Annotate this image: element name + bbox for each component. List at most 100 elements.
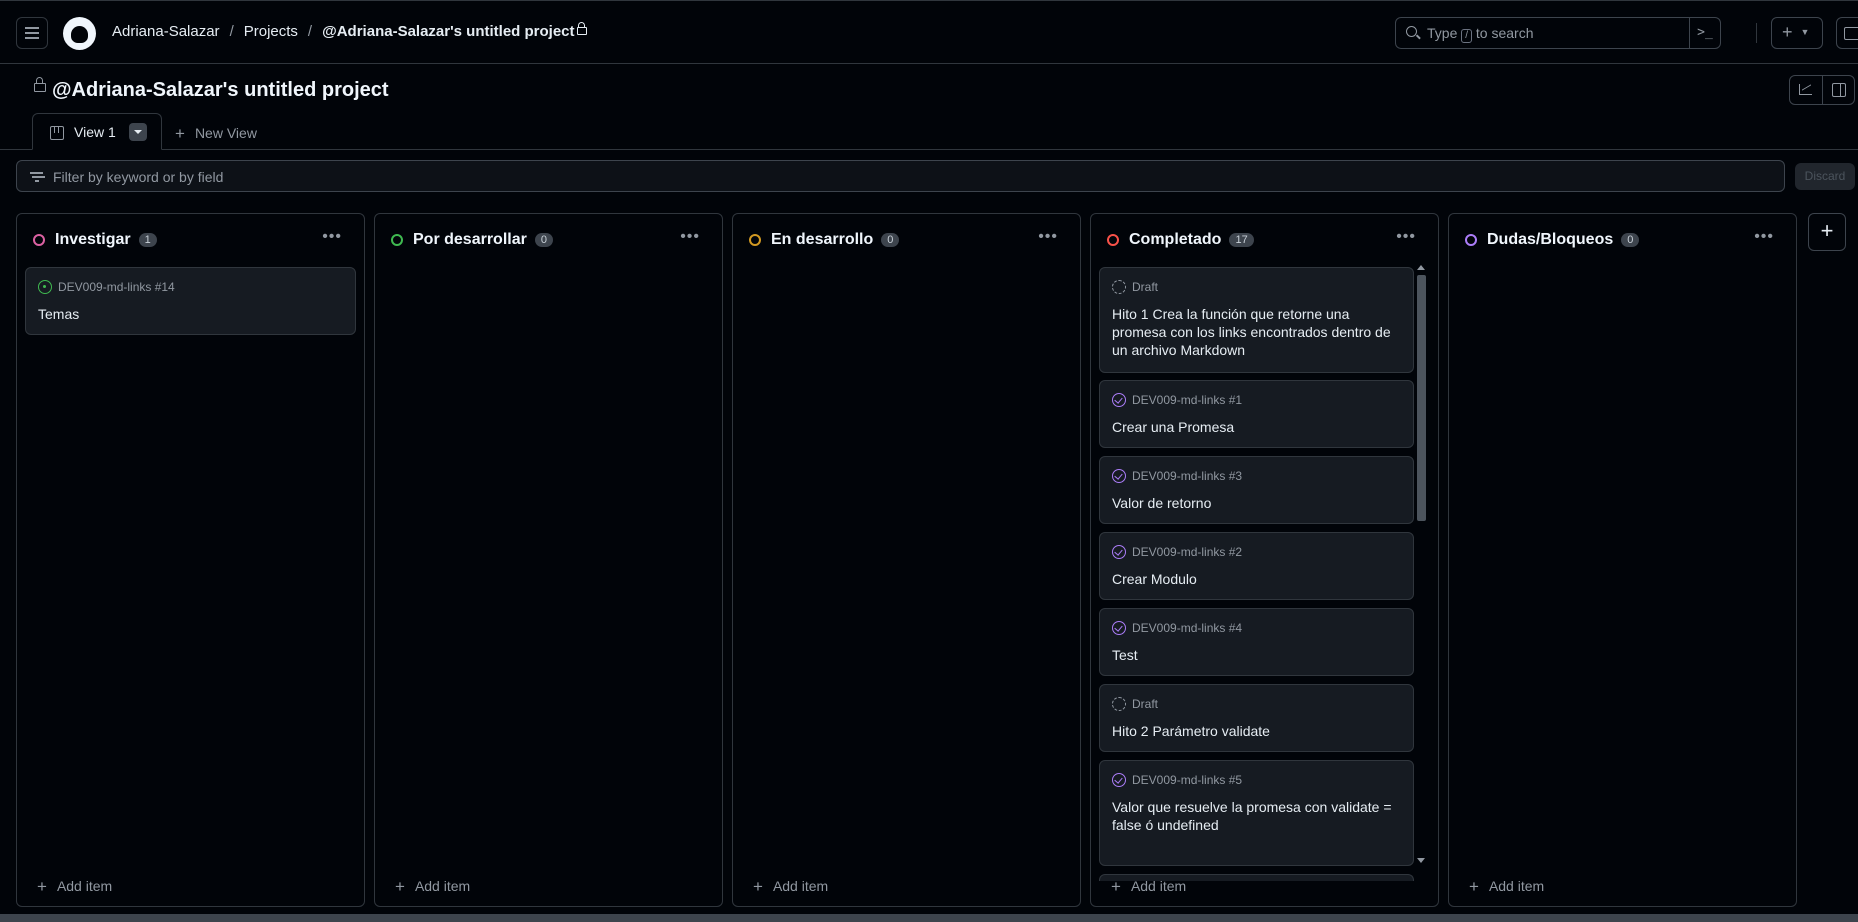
search-placeholder: Type / to search: [1427, 25, 1534, 43]
card-title[interactable]: Test: [1112, 646, 1399, 664]
view-options-dropdown[interactable]: [129, 123, 147, 141]
add-item-label: Add item: [772, 878, 829, 894]
card-repo: DEV009-md-links #3: [1132, 469, 1243, 483]
plus-icon: +: [753, 877, 763, 896]
board-column: Investigar 1 ••• DEV009-md-links #14 Temas + A…: [16, 213, 365, 907]
card-title[interactable]: Crear una Promesa: [1112, 418, 1399, 436]
search-icon: [1406, 26, 1417, 37]
board-card[interactable]: DEV009-md-links #2 Crear Modulo: [1099, 532, 1414, 600]
card-meta: DEV009-md-links #3: [1112, 469, 1242, 483]
chevron-down-icon: ▼: [1800, 27, 1810, 37]
column-count-badge: 0: [1621, 233, 1640, 247]
issue-closed-icon: [1112, 469, 1126, 483]
scroll-down-icon[interactable]: [1417, 858, 1425, 863]
board-card[interactable]: Draft Hito 1 Crea la función que retorne …: [1099, 267, 1414, 373]
breadcrumb-project[interactable]: @Adriana-Salazar's untitled project: [322, 22, 587, 40]
project-toolbar: [1789, 75, 1855, 105]
card-meta: DEV009-md-links #14: [38, 280, 175, 294]
status-circle-icon: [1465, 234, 1477, 246]
plus-icon: +: [1469, 877, 1479, 896]
column-header: Por desarrollar 0: [391, 230, 553, 250]
issue-open-icon: [38, 280, 52, 294]
card-meta: DEV009-md-links #5: [1112, 773, 1242, 787]
status-circle-icon: [749, 234, 761, 246]
column-menu-icon[interactable]: •••: [680, 228, 700, 246]
board-card[interactable]: DEV009-md-links #5 Valor que resuelve la …: [1099, 760, 1414, 866]
column-scrollbar[interactable]: [1415, 263, 1427, 865]
breadcrumb-owner[interactable]: Adriana-Salazar: [112, 23, 220, 40]
view-tabs: View 1 + New View: [0, 113, 1858, 150]
create-new-button[interactable]: + ▼: [1771, 17, 1823, 49]
card-repo: DEV009-md-links #14: [58, 280, 175, 294]
scroll-up-icon[interactable]: [1417, 265, 1425, 270]
status-circle-icon: [33, 234, 45, 246]
inbox-icon[interactable]: [1836, 17, 1858, 49]
card-title[interactable]: Valor que resuelve la promesa con valida…: [1112, 798, 1399, 834]
insights-icon[interactable]: [1790, 76, 1822, 104]
card-meta: Draft: [1112, 280, 1158, 294]
discard-button[interactable]: Discard: [1795, 163, 1855, 190]
add-item-button[interactable]: + Add item: [395, 876, 470, 896]
lock-icon: [34, 77, 46, 92]
scroll-thumb[interactable]: [1417, 275, 1426, 521]
column-menu-icon[interactable]: •••: [1038, 228, 1058, 246]
column-title: Completado: [1129, 231, 1222, 248]
search-input[interactable]: Type / to search >_: [1395, 17, 1721, 49]
breadcrumb-projects[interactable]: Projects: [244, 23, 298, 40]
add-item-button[interactable]: + Add item: [1111, 876, 1186, 896]
card-title[interactable]: Temas: [38, 305, 341, 323]
sidebar-panel-icon[interactable]: [1821, 76, 1855, 104]
board-column: Completado 17 ••• Draft Hito 1 Crea la funci…: [1090, 213, 1439, 907]
plus-icon: +: [175, 124, 185, 143]
menu-button[interactable]: [16, 17, 48, 49]
column-count-badge: 0: [881, 233, 900, 247]
card-title[interactable]: Hito 2 Parámetro validate: [1112, 722, 1399, 740]
column-header: Dudas/Bloqueos 0: [1465, 230, 1640, 250]
tab-view-1[interactable]: View 1: [32, 113, 162, 150]
board-card[interactable]: Draft Hito 2 Parámetro validate: [1099, 684, 1414, 752]
add-column-button[interactable]: +: [1808, 213, 1846, 251]
board-icon: [50, 126, 64, 140]
column-title: En desarrollo: [771, 231, 874, 248]
status-circle-icon: [391, 234, 403, 246]
card-meta: DEV009-md-links #4: [1112, 621, 1242, 635]
command-palette-icon[interactable]: >_: [1689, 18, 1720, 48]
board-card[interactable]: DEV009-md-links #1 Crear una Promesa: [1099, 380, 1414, 448]
column-count-badge: 17: [1229, 233, 1254, 247]
status-circle-icon: [1107, 234, 1119, 246]
tab-label: View 1: [74, 124, 116, 140]
new-view-button[interactable]: + New View: [175, 123, 257, 143]
board-card[interactable]: DEV009-md-links #4 Test: [1099, 608, 1414, 676]
board-card[interactable]: DEV009-md-links #14 Temas: [25, 267, 356, 335]
card-title[interactable]: Crear Modulo: [1112, 570, 1399, 588]
add-item-button[interactable]: + Add item: [1469, 876, 1544, 896]
draft-icon: [1112, 280, 1126, 294]
column-menu-icon[interactable]: •••: [1396, 228, 1416, 246]
add-item-button[interactable]: + Add item: [37, 876, 112, 896]
breadcrumb-project-label: @Adriana-Salazar's untitled project: [322, 23, 575, 40]
board-column: En desarrollo 0 ••• + Add item: [732, 213, 1081, 907]
global-header: Adriana-Salazar / Projects / @Adriana-Sa…: [0, 0, 1858, 64]
add-item-button[interactable]: + Add item: [753, 876, 828, 896]
card-title[interactable]: Hito 1 Crea la función que retorne una p…: [1112, 305, 1399, 359]
add-item-label: Add item: [414, 878, 471, 894]
column-menu-icon[interactable]: •••: [322, 228, 342, 246]
card-repo: DEV009-md-links #1: [1132, 393, 1243, 407]
breadcrumb-separator: /: [307, 23, 313, 40]
breadcrumb: Adriana-Salazar / Projects / @Adriana-Sa…: [112, 22, 587, 40]
column-menu-icon[interactable]: •••: [1754, 228, 1774, 246]
github-logo-icon[interactable]: [63, 17, 96, 50]
card-meta: Draft: [1112, 697, 1158, 711]
board-column: Por desarrollar 0 ••• + Add item: [374, 213, 723, 907]
column-count-badge: 1: [138, 233, 157, 247]
column-title: Por desarrollar: [413, 231, 527, 248]
board-column: Dudas/Bloqueos 0 ••• + Add item: [1448, 213, 1797, 907]
board-card[interactable]: DEV009-md-links #3 Valor de retorno: [1099, 456, 1414, 524]
filter-input[interactable]: Filter by keyword or by field: [16, 160, 1785, 192]
plus-icon: +: [1111, 877, 1121, 896]
card-title[interactable]: Valor de retorno: [1112, 494, 1399, 512]
column-header: Completado 17: [1107, 230, 1254, 250]
plus-icon: +: [1782, 22, 1793, 42]
card-meta: DEV009-md-links #1: [1112, 393, 1242, 407]
horizontal-scrollbar[interactable]: [0, 914, 1858, 922]
